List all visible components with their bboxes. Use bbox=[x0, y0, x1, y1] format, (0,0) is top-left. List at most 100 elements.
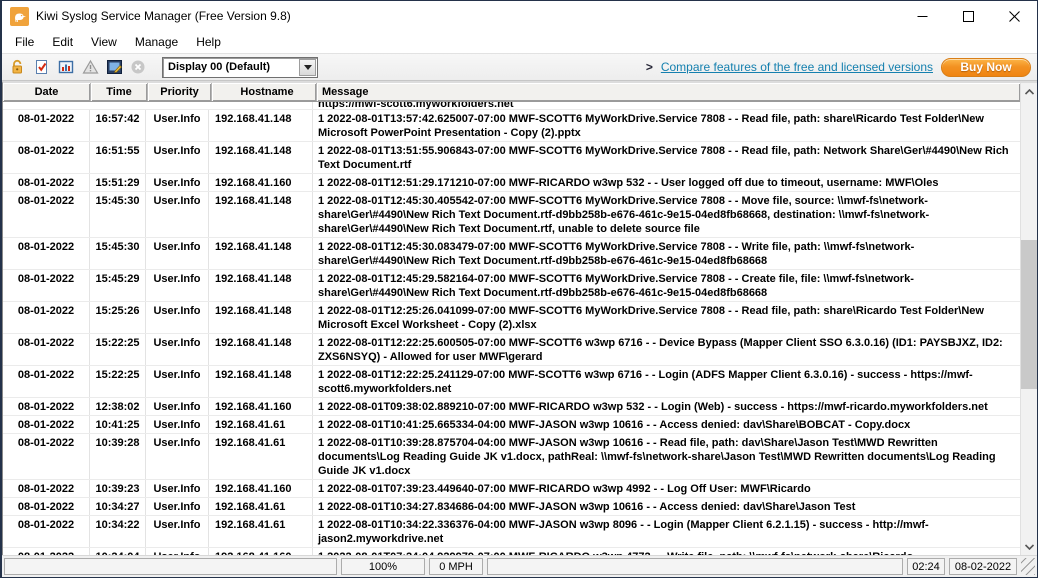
table-row[interactable]: 08-01-2022 16:51:55 User.Info 192.168.41… bbox=[3, 142, 1020, 174]
cell-time: 15:45:30 bbox=[90, 192, 146, 237]
cell-hostname: 192.168.41.148 bbox=[209, 192, 313, 237]
column-header-time[interactable]: Time bbox=[91, 83, 147, 101]
table-row[interactable]: 08-01-2022 15:45:29 User.Info 192.168.41… bbox=[3, 270, 1020, 302]
cell-priority: User.Info bbox=[146, 434, 209, 479]
cell-hostname: 192.168.41.61 bbox=[209, 416, 313, 433]
close-circle-icon bbox=[130, 59, 146, 75]
table-row[interactable]: 08-01-2022 12:38:02 User.Info 192.168.41… bbox=[3, 398, 1020, 416]
resize-grip[interactable] bbox=[1021, 558, 1035, 575]
menu-item[interactable]: Help bbox=[187, 33, 230, 51]
cell-date: 08-01-2022 bbox=[3, 480, 90, 497]
toolbar: Display 00 (Default) > Compare features … bbox=[2, 53, 1037, 81]
alarm-button[interactable] bbox=[78, 55, 102, 79]
maximize-button[interactable] bbox=[945, 1, 991, 31]
scroll-down-button[interactable] bbox=[1021, 538, 1037, 555]
vertical-scrollbar[interactable] bbox=[1020, 83, 1037, 555]
cell-date: 08-01-2022 bbox=[3, 334, 90, 365]
setup-button[interactable] bbox=[30, 55, 54, 79]
cell-hostname: 192.168.41.160 bbox=[209, 174, 313, 191]
display-settings-button[interactable] bbox=[102, 55, 126, 79]
status-panel-date: 08-02-2022 bbox=[949, 558, 1017, 575]
cell-message: https://mwf-scott6.myworkfolders.net bbox=[313, 102, 1020, 109]
table-row[interactable]: 08-01-2022 15:22:25 User.Info 192.168.41… bbox=[3, 334, 1020, 366]
cell-hostname: 192.168.41.61 bbox=[209, 434, 313, 479]
status-panel-speed: 0 MPH bbox=[429, 558, 483, 575]
cell-time: 16:57:42 bbox=[90, 110, 146, 141]
table-row[interactable]: 08-01-2022 15:25:26 User.Info 192.168.41… bbox=[3, 302, 1020, 334]
column-header-priority[interactable]: Priority bbox=[148, 83, 211, 101]
column-header-hostname[interactable]: Hostname bbox=[212, 83, 316, 101]
cell-date: 08-01-2022 bbox=[3, 398, 90, 415]
menu-item[interactable]: Edit bbox=[43, 33, 82, 51]
cell-date: 08-01-2022 bbox=[3, 548, 90, 555]
table-row[interactable]: 08-01-2022 10:39:23 User.Info 192.168.41… bbox=[3, 480, 1020, 498]
scroll-up-button[interactable] bbox=[1021, 83, 1037, 100]
cell-date: 08-01-2022 bbox=[3, 434, 90, 479]
display-selector-dropdown-button[interactable] bbox=[299, 59, 316, 76]
cell-message: 1 2022-08-01T12:22:25.600505-07:00 MWF-S… bbox=[313, 334, 1020, 365]
scrollbar-track[interactable] bbox=[1021, 100, 1037, 538]
cell-priority: User.Info bbox=[146, 416, 209, 433]
table-row[interactable]: 08-01-2022 15:45:30 User.Info 192.168.41… bbox=[3, 192, 1020, 238]
cell-hostname: 192.168.41.61 bbox=[209, 498, 313, 515]
cell-date: 08-01-2022 bbox=[3, 142, 90, 173]
kiwi-bird-icon bbox=[12, 9, 27, 24]
window-title: Kiwi Syslog Service Manager (Free Versio… bbox=[36, 9, 291, 23]
cell-message: 1 2022-08-01T07:24:04.929979-07:00 MWF-R… bbox=[313, 548, 1020, 555]
status-panel-empty-mid bbox=[487, 558, 903, 575]
table-row[interactable]: 08-01-2022 10:39:28 User.Info 192.168.41… bbox=[3, 434, 1020, 480]
close-button[interactable] bbox=[991, 1, 1037, 31]
lock-button[interactable] bbox=[6, 55, 30, 79]
buy-now-button[interactable]: Buy Now bbox=[941, 58, 1031, 77]
cell-message: 1 2022-08-01T09:38:02.889210-07:00 MWF-R… bbox=[313, 398, 1020, 415]
column-header-message[interactable]: Message bbox=[317, 83, 1020, 101]
cell-message: 1 2022-08-01T12:45:30.083479-07:00 MWF-S… bbox=[313, 238, 1020, 269]
cell-priority: User.Info bbox=[146, 174, 209, 191]
statistics-button[interactable] bbox=[54, 55, 78, 79]
cell-date: 08-01-2022 bbox=[3, 192, 90, 237]
column-header-date[interactable]: Date bbox=[3, 83, 90, 101]
cell-time: 15:45:30 bbox=[90, 238, 146, 269]
cell-priority: User.Info bbox=[146, 480, 209, 497]
status-panel-empty-left bbox=[4, 558, 337, 575]
check-document-icon bbox=[34, 59, 50, 75]
table-row[interactable]: 08-01-2022 10:34:27 User.Info 192.168.41… bbox=[3, 498, 1020, 516]
menu-item[interactable]: Manage bbox=[126, 33, 187, 51]
toolbar-right: > Compare features of the free and licen… bbox=[646, 58, 1031, 77]
minimize-button[interactable] bbox=[899, 1, 945, 31]
cell-priority: User.Info bbox=[146, 366, 209, 397]
table-row[interactable]: 08-01-2022 15:22:25 User.Info 192.168.41… bbox=[3, 366, 1020, 398]
cell-priority: User.Info bbox=[146, 270, 209, 301]
table-row[interactable]: 08-01-2022 10:24:04 User.Info 192.168.41… bbox=[3, 548, 1020, 555]
cell-message: 1 2022-08-01T10:41:25.665334-04:00 MWF-J… bbox=[313, 416, 1020, 433]
table-row[interactable]: 08-01-2022 15:51:29 User.Info 192.168.41… bbox=[3, 174, 1020, 192]
scrollbar-thumb[interactable] bbox=[1021, 240, 1037, 389]
cell-hostname: 192.168.41.160 bbox=[209, 480, 313, 497]
cell-message: 1 2022-08-01T13:51:55.906843-07:00 MWF-S… bbox=[313, 142, 1020, 173]
cell-time: 10:24:04 bbox=[90, 548, 146, 555]
cell-priority: User.Info bbox=[146, 142, 209, 173]
partial-row-top[interactable]: https://mwf-scott6.myworkfolders.net bbox=[3, 102, 1020, 110]
cell-hostname: 192.168.41.160 bbox=[209, 398, 313, 415]
maximize-icon bbox=[963, 11, 974, 22]
cell-hostname: 192.168.41.148 bbox=[209, 110, 313, 141]
table-row[interactable]: 08-01-2022 15:45:30 User.Info 192.168.41… bbox=[3, 238, 1020, 270]
table-row[interactable]: 08-01-2022 16:57:42 User.Info 192.168.41… bbox=[3, 110, 1020, 142]
cell-date: 08-01-2022 bbox=[3, 238, 90, 269]
cell-time: 10:39:23 bbox=[90, 480, 146, 497]
log-table: Date Time Priority Hostname Message http… bbox=[3, 83, 1020, 555]
clear-display-button[interactable] bbox=[126, 55, 150, 79]
display-selector[interactable]: Display 00 (Default) bbox=[162, 57, 318, 78]
cell-message: 1 2022-08-01T12:45:29.582164-07:00 MWF-S… bbox=[313, 270, 1020, 301]
cell-date: 08-01-2022 bbox=[3, 516, 90, 547]
menu-item[interactable]: View bbox=[82, 33, 126, 51]
kiwi-syslog-window: Kiwi Syslog Service Manager (Free Versio… bbox=[0, 0, 1038, 578]
cell-priority: User.Info bbox=[146, 334, 209, 365]
cell-priority: User.Info bbox=[146, 398, 209, 415]
menu-item[interactable]: File bbox=[6, 33, 43, 51]
table-row[interactable]: 08-01-2022 10:34:22 User.Info 192.168.41… bbox=[3, 516, 1020, 548]
table-row[interactable]: 08-01-2022 10:41:25 User.Info 192.168.41… bbox=[3, 416, 1020, 434]
cell-date: 08-01-2022 bbox=[3, 174, 90, 191]
compare-features-link[interactable]: Compare features of the free and license… bbox=[661, 60, 933, 74]
cell-time: 10:34:27 bbox=[90, 498, 146, 515]
